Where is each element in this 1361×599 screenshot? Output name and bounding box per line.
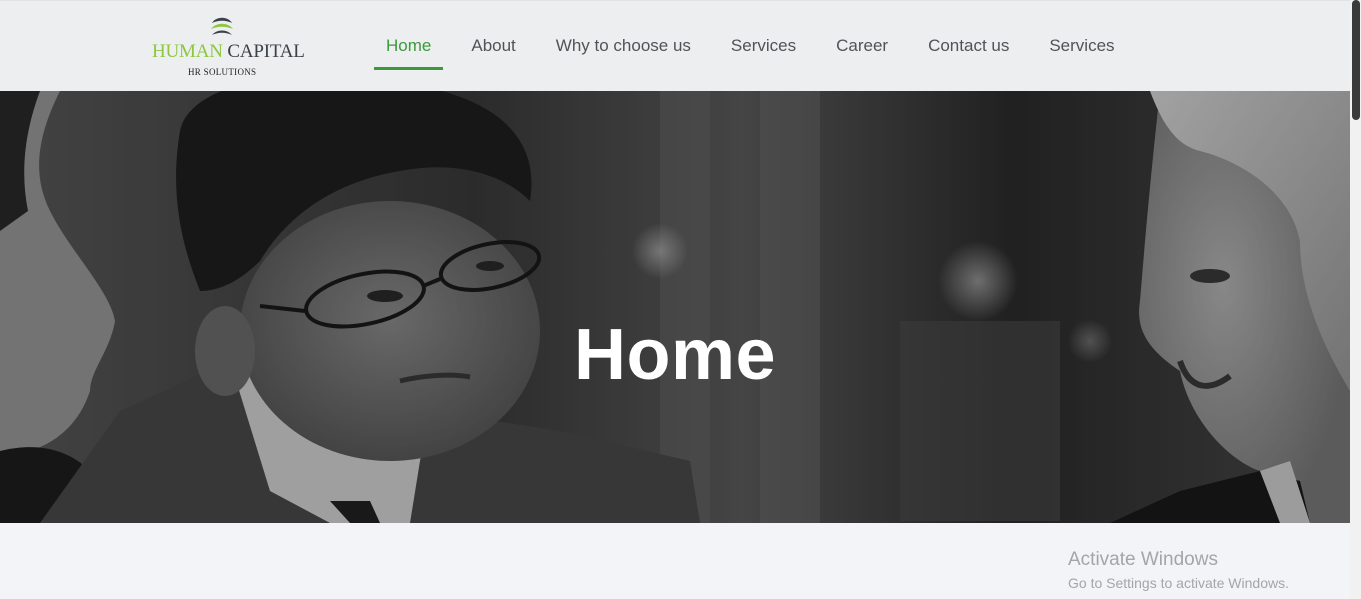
watermark-title: Activate Windows [1068, 549, 1218, 570]
windows-activation-watermark: Activate Windows Go to Settings to activ… [1068, 549, 1289, 593]
main-nav: Home About Why to choose us Services Car… [374, 1, 1143, 91]
page: HUMAN CAPITAL HR SOLUTIONS Home About Wh… [0, 0, 1361, 599]
brand-name-part1: HUMAN [152, 41, 223, 62]
brand-name: HUMAN CAPITAL [152, 42, 305, 62]
hero-background-image [0, 91, 1350, 523]
nav-item-services-2[interactable]: Services [1037, 1, 1126, 91]
watermark-subtitle: Go to Settings to activate Windows. [1068, 575, 1289, 591]
nav-item-home[interactable]: Home [374, 1, 444, 91]
hero-banner: Home [0, 91, 1350, 523]
brand-name-part2: CAPITAL [227, 41, 305, 62]
vertical-scrollbar[interactable] [1350, 0, 1361, 599]
scrollbar-thumb[interactable] [1352, 0, 1360, 120]
nav-item-why-choose-us[interactable]: Why to choose us [544, 1, 703, 91]
brand-logo[interactable]: HUMAN CAPITAL HR SOLUTIONS [152, 15, 305, 81]
hero-title: Home [573, 315, 777, 396]
site-header: HUMAN CAPITAL HR SOLUTIONS Home About Wh… [0, 0, 1350, 91]
brand-tagline: HR SOLUTIONS [188, 67, 257, 77]
nav-item-contact-us[interactable]: Contact us [916, 1, 1021, 91]
nav-item-career[interactable]: Career [824, 1, 900, 91]
nav-item-services[interactable]: Services [719, 1, 808, 91]
nav-item-about[interactable]: About [459, 1, 527, 91]
logo-mark-icon [211, 17, 233, 35]
